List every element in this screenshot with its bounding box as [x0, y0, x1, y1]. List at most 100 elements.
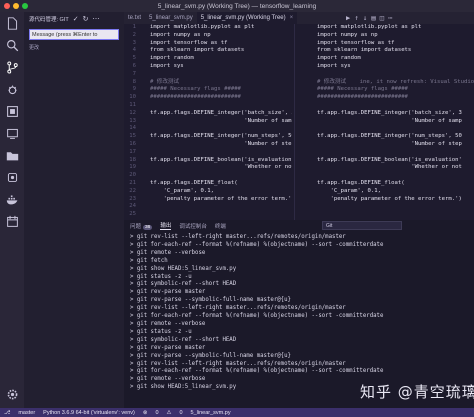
tab-linear-svm[interactable]: 5_linear_svm.py — [145, 12, 197, 24]
code-line: ##### Necessary flags ##### — [150, 86, 241, 93]
line-number: 3 — [132, 39, 136, 46]
tab-debug-console[interactable]: 调试控制台 — [179, 222, 207, 230]
output-line: > git rev-parse --symbolic-full-name mas… — [130, 352, 291, 359]
output-line: > git rev-parse master — [130, 344, 206, 351]
code-line: 'Whether or not — [150, 164, 292, 171]
line-number: 9 — [132, 86, 136, 93]
docker-icon[interactable] — [4, 191, 20, 207]
code-line: tf.app.flags.DEFINE_float( — [150, 179, 238, 186]
code-line: tf.app.flags.DEFINE_integer('batch_size'… — [317, 109, 462, 116]
next-change-icon[interactable]: ↓ — [363, 14, 367, 22]
run-icon[interactable]: ▶ — [346, 14, 350, 22]
output-line: > git remote --verbose — [130, 376, 206, 383]
output-line: > git remote --verbose — [130, 320, 206, 327]
output-panel: 问题 36 输出 调试控制台 终端 Git > git rev-list --le… — [124, 220, 474, 408]
tab-output[interactable]: 输出 — [160, 221, 172, 230]
refresh-icon[interactable]: ↻ — [83, 15, 89, 23]
code-line: import sys — [150, 62, 184, 69]
close-window-button[interactable] — [4, 3, 10, 9]
code-line: import random — [317, 55, 361, 62]
output-line: > git remote --verbose — [130, 249, 206, 256]
tab-problems-label: 问题 — [130, 223, 142, 230]
folder-icon[interactable] — [4, 147, 20, 163]
output-line: > git symbolic-ref --short HEAD — [130, 336, 237, 343]
tab-problems[interactable]: 问题 36 — [130, 222, 153, 230]
error-count: 0 — [155, 409, 159, 416]
editor-actions: ▶ ↑ ↓ ▤ ◫ ⋯ — [346, 12, 392, 24]
code-line: ##### Necessary flags ##### — [317, 86, 408, 93]
minimize-window-button[interactable] — [13, 3, 19, 9]
search-icon[interactable] — [4, 37, 20, 53]
diff-editor-left[interactable]: 1 2 3 4 5 6 7 8 9 10 11 12 13 14 15 16 17 18 19 20 21 22 23 24 2… — [124, 24, 292, 220]
prev-change-icon[interactable]: ↑ — [354, 14, 358, 22]
line-number: 4 — [132, 47, 136, 54]
output-line: > git show HEAD:5_linear_svm.py — [130, 384, 237, 391]
output-line: > git symbolic-ref --short HEAD — [130, 281, 237, 288]
line-number: 20 — [129, 172, 136, 179]
extensions-icon[interactable] — [4, 103, 20, 119]
code-line: tf.app.flags.DEFINE_integer('batch_size'… — [150, 109, 292, 116]
output-line: > git for-each-ref --format %(refname) %… — [130, 313, 384, 320]
title-bar: 5_linear_svm.py (Working Tree) — tensorf… — [0, 0, 474, 12]
line-number: 24 — [129, 203, 136, 210]
more-icon[interactable]: ⋯ — [92, 15, 99, 23]
code-line: import matplotlib.pyplot as plt — [150, 24, 255, 30]
output-channel-select[interactable]: Git — [322, 221, 402, 230]
more-actions-icon[interactable]: ⋯ — [388, 14, 392, 22]
error-icon[interactable]: ⊗ — [143, 410, 148, 416]
commit-message-input[interactable]: Message (press ⌘Enter to — [29, 29, 119, 40]
code-line: ########################### — [150, 94, 241, 101]
sidebar-header: 源代码管理: GIT ✓ ↻ ⋯ — [24, 12, 124, 26]
code-line: 'Number of samp — [317, 117, 462, 124]
split-editor-icon[interactable]: ◫ — [380, 14, 384, 22]
output-line: > git rev-list --left-right master...ref… — [130, 305, 346, 312]
files-icon[interactable] — [4, 15, 20, 31]
status-file: 5_linear_svm.py — [190, 409, 231, 416]
code-line: ########################### — [317, 94, 408, 101]
settings-gear-icon[interactable] — [4, 386, 20, 402]
line-number: 16 — [129, 140, 136, 147]
warning-icon[interactable]: ⚠ — [167, 410, 172, 416]
code-line: # 修改测试 ine, it now refresh: Visual Studi… — [317, 78, 474, 85]
diff-editor-right[interactable]: import matplotlib.pyplot as plt import nu… — [294, 24, 474, 220]
code-left: import matplotlib.pyplot as plt import nu… — [150, 24, 292, 203]
zoom-window-button[interactable] — [22, 3, 28, 9]
code-line: import tensorflow as tf — [317, 39, 395, 46]
branch-icon[interactable]: ⎇ — [4, 410, 10, 416]
warning-count: 0 — [179, 409, 183, 416]
code-line: import numpy as np — [150, 31, 211, 38]
debug-icon[interactable] — [4, 81, 20, 97]
calendar-icon[interactable] — [4, 213, 20, 229]
editor-tabs: te.txt 5_linear_svm.py 5_linear_svm.py (… — [124, 12, 474, 24]
output-line: > git status -z -u — [130, 328, 192, 335]
code-line: import tensorflow as tf — [150, 39, 228, 46]
line-number: 21 — [129, 179, 136, 186]
open-file-icon[interactable]: ▤ — [371, 14, 375, 22]
tab-linear-svm-working-tree[interactable]: 5_linear_svm.py (Working Tree) × — [196, 12, 298, 24]
close-tab-icon[interactable]: × — [290, 15, 294, 21]
line-number: 11 — [129, 101, 136, 108]
line-number: 6 — [132, 62, 136, 69]
problems-badge: 36 — [143, 224, 153, 230]
source-control-icon[interactable] — [4, 59, 20, 75]
code-line: tf.app.flags.DEFINE_float( — [317, 179, 405, 186]
remote-explorer-icon[interactable] — [4, 125, 20, 141]
code-line: import numpy as np — [317, 31, 378, 38]
tab-te-txt[interactable]: te.txt — [124, 12, 145, 24]
line-number: 13 — [129, 117, 136, 124]
branch-name[interactable]: master — [18, 410, 35, 416]
python-icon[interactable] — [4, 169, 20, 185]
line-number: 7 — [132, 70, 136, 77]
checkmark-icon[interactable]: ✓ — [73, 15, 79, 23]
changes-section-label[interactable]: 更改 — [29, 44, 119, 51]
python-interpreter[interactable]: Python 3.6.9 64-bit ('virtualenv': venv) — [43, 410, 135, 416]
code-line: tf.app.flags.DEFINE_boolean('is_evaluati… — [150, 156, 292, 163]
tab-terminal[interactable]: 终端 — [215, 222, 226, 230]
line-number: 14 — [129, 125, 136, 132]
output-line: > git for-each-ref --format %(refname) %… — [130, 368, 384, 375]
code-line: 'C_param', 0.1, — [317, 187, 381, 194]
output-line: > git rev-list --left-right master...ref… — [130, 234, 346, 240]
